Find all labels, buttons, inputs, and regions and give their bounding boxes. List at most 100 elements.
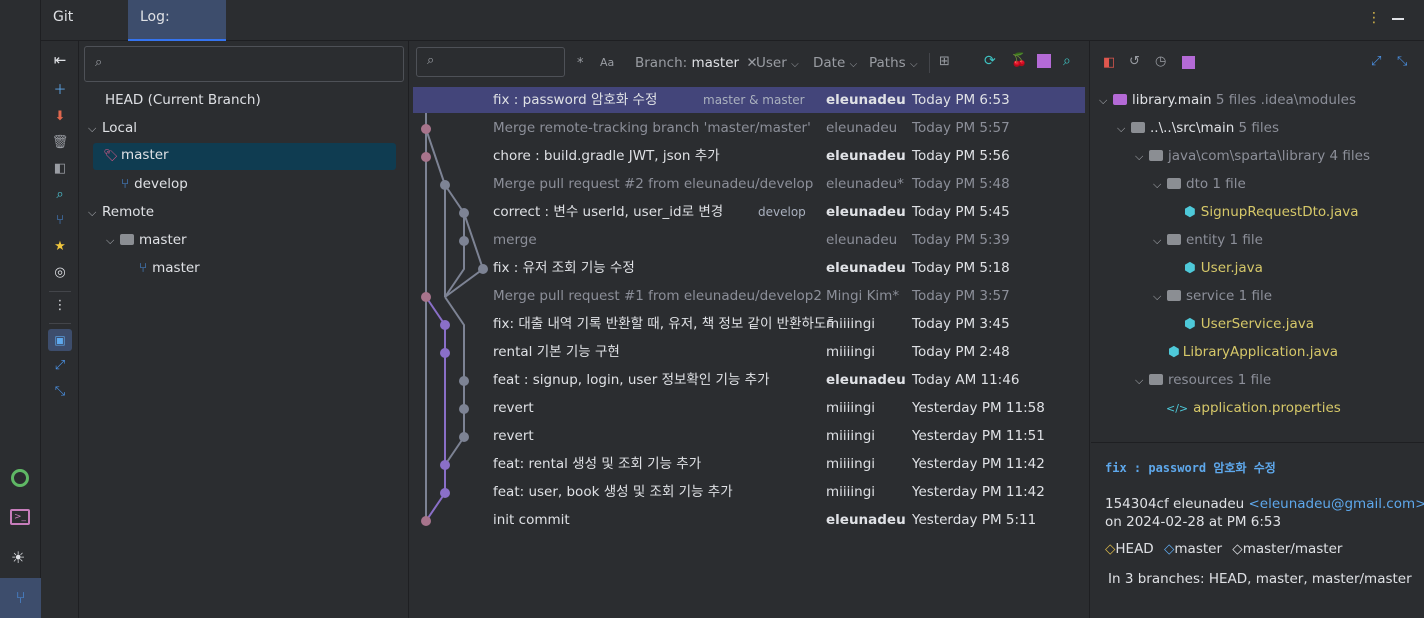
settings-icon[interactable] bbox=[11, 469, 29, 487]
show-details-icon[interactable] bbox=[1037, 54, 1051, 68]
commit-row[interactable]: feat: rental 생성 및 조회 기능 추가 miiiingi Yester… bbox=[413, 451, 1085, 477]
tab-log-master[interactable]: Log: master bbox=[128, 0, 226, 60]
commit-row[interactable]: fix : password 암호화 수정 master & master eleu… bbox=[413, 87, 1085, 113]
commit-row[interactable]: init commit eleunadeu Yesterday PM 5:11 bbox=[413, 507, 1085, 533]
regex-toggle[interactable]: * bbox=[577, 56, 584, 71]
changes-pkg[interactable]: ⌵ java\com\sparta\library 4 files bbox=[1135, 144, 1370, 168]
recent-icon[interactable]: ◷ bbox=[1155, 54, 1166, 69]
changes-dto[interactable]: ⌵ dto 1 file bbox=[1153, 172, 1246, 196]
commit-row[interactable]: revert miiiingi Yesterday PM 11:51 bbox=[413, 423, 1085, 449]
expand-all-icon[interactable]: ⤢ bbox=[1371, 54, 1381, 69]
changes-entity[interactable]: ⌵ entity 1 file bbox=[1153, 228, 1263, 252]
file-user[interactable]: ⬢ User.java bbox=[1184, 256, 1263, 280]
remote-master-group[interactable]: ⌵ master bbox=[106, 228, 187, 252]
favorite-icon[interactable]: ★ bbox=[51, 238, 69, 256]
commit-row[interactable]: revert miiiingi Yesterday PM 11:58 bbox=[413, 395, 1085, 421]
new-tab-icon[interactable]: ⊞ bbox=[939, 54, 950, 69]
commit-row[interactable]: correct : 변수 userId, user_id로 변경 develop e… bbox=[413, 199, 1085, 225]
entity-count: 1 file bbox=[1229, 232, 1263, 248]
changes-root[interactable]: ⌵ library.main 5 files .idea\modules bbox=[1099, 88, 1356, 112]
remote-branch-master[interactable]: ⑂ master bbox=[139, 256, 200, 280]
commit-row[interactable]: Merge pull request #1 from eleunadeu/dev… bbox=[413, 283, 1085, 309]
branch-label: master bbox=[152, 260, 200, 276]
tag-icon: ◇ bbox=[1164, 541, 1175, 557]
commit-row[interactable]: rental 기본 기능 구현 miiiingi Today PM 2:48 bbox=[413, 339, 1085, 365]
group-by-directory-icon[interactable]: ▣ bbox=[48, 329, 72, 351]
src-label: ..\..\src\main bbox=[1150, 120, 1235, 136]
branch-filter[interactable]: Branch: master ✕ bbox=[635, 55, 758, 71]
ref-master[interactable]: master bbox=[1174, 541, 1222, 557]
branch-icon: ⑂ bbox=[139, 260, 148, 276]
local-group[interactable]: ⌵ Local bbox=[88, 116, 137, 140]
commit-row[interactable]: fix : 유저 조회 기능 수정 eleunadeu Today PM 5:18 bbox=[413, 255, 1085, 281]
branch-develop[interactable]: ⑂ develop bbox=[121, 172, 188, 196]
branch-master[interactable]: 🏷 master bbox=[93, 143, 396, 170]
branch-tag: develop bbox=[758, 205, 806, 219]
minimize-icon[interactable] bbox=[1392, 18, 1404, 20]
commit-search-input[interactable]: ⌕ bbox=[416, 47, 565, 77]
tab-git[interactable]: Git bbox=[41, 0, 87, 41]
tag-icon: ◇ bbox=[1232, 541, 1243, 557]
update-icon[interactable]: ⬇ bbox=[51, 108, 69, 126]
commit-author: eleunadeu* bbox=[826, 176, 904, 192]
new-branch-icon[interactable]: ＋ bbox=[51, 82, 69, 100]
commit-row[interactable]: chore : build.gradle JWT, json 추가 eleunad… bbox=[413, 143, 1085, 169]
commit-date: Today PM 6:53 bbox=[912, 92, 1010, 108]
problems-icon[interactable]: ☀ bbox=[11, 548, 25, 567]
compare-icon[interactable]: ◧ bbox=[51, 160, 69, 178]
commit-row[interactable]: fix: 대출 내역 기록 반환할 때, 유저, 책 정보 같이 반환하도록 mi… bbox=[413, 311, 1085, 337]
ref-remote-master[interactable]: master/master bbox=[1243, 541, 1343, 557]
git-tool-button[interactable]: ⑂ bbox=[0, 578, 41, 618]
commit-author: eleunadeu bbox=[826, 204, 906, 220]
changes-resources[interactable]: ⌵ resources 1 file bbox=[1135, 368, 1271, 392]
remote-group-label: master bbox=[139, 232, 187, 248]
match-case-toggle[interactable]: Aa bbox=[600, 56, 614, 69]
group-icon[interactable] bbox=[1182, 56, 1195, 69]
paths-filter[interactable]: Paths ⌵ bbox=[869, 55, 918, 71]
commit-hash: 154304cf bbox=[1105, 496, 1169, 512]
resources-count: 1 file bbox=[1237, 372, 1272, 388]
commit-row[interactable]: feat : signup, login, user 정보확인 기능 추가 ele… bbox=[413, 367, 1085, 393]
chevron-down-icon: ⌵ bbox=[88, 122, 97, 135]
changes-service[interactable]: ⌵ service 1 file bbox=[1153, 284, 1272, 308]
branch-search-input[interactable]: ⌕ bbox=[84, 46, 404, 82]
commit-author: eleunadeu bbox=[826, 232, 898, 248]
cherry-pick-icon[interactable]: 🍒 bbox=[1011, 53, 1027, 68]
collapse-all-icon[interactable]: ⤡ bbox=[51, 383, 69, 401]
head-branch[interactable]: HEAD (Current Branch) bbox=[105, 88, 261, 112]
more-options-icon[interactable]: ⋮ bbox=[1367, 10, 1381, 26]
service-label: service bbox=[1186, 288, 1235, 304]
search-icon[interactable]: ⌕ bbox=[1063, 53, 1071, 69]
terminal-icon[interactable]: >_ bbox=[10, 509, 30, 525]
expand-all-icon[interactable]: ⤢ bbox=[51, 357, 69, 375]
commit-row[interactable]: feat: user, book 생성 및 조회 기능 추가 miiiingi Ye… bbox=[413, 479, 1085, 505]
branch-filter-icon[interactable]: ⑂ bbox=[51, 212, 69, 230]
search-icon[interactable]: ⌕ bbox=[51, 186, 69, 204]
remote-group[interactable]: ⌵ Remote bbox=[88, 200, 154, 224]
paths-filter-label: Paths bbox=[869, 55, 906, 71]
commit-email-link[interactable]: <eleunadeu@gmail.com> bbox=[1249, 496, 1424, 512]
chevron-down-icon: ⌵ bbox=[1117, 122, 1126, 135]
history-icon[interactable]: ↺ bbox=[1129, 54, 1140, 69]
refresh-icon[interactable]: ⟳ bbox=[984, 53, 996, 69]
file-library-application[interactable]: ⬢ LibraryApplication.java bbox=[1168, 340, 1338, 364]
file-application-properties[interactable]: </> application.properties bbox=[1166, 396, 1341, 420]
commit-date: Yesterday PM 11:42 bbox=[912, 456, 1045, 472]
ref-head[interactable]: HEAD bbox=[1115, 541, 1153, 557]
delete-icon[interactable]: 🗑 bbox=[51, 134, 69, 152]
commit-refs: ◇HEAD ◇master ◇master/master bbox=[1105, 541, 1342, 557]
diff-icon[interactable]: ◧ bbox=[1103, 55, 1115, 70]
file-user-service[interactable]: ⬢ UserService.java bbox=[1184, 312, 1314, 336]
date-filter[interactable]: Date ⌵ bbox=[813, 55, 857, 71]
file-signup-dto[interactable]: ⬢ SignupRequestDto.java bbox=[1184, 200, 1359, 224]
collapse-panel-icon[interactable]: ⇤ bbox=[51, 51, 69, 69]
more-icon[interactable]: ⋮ bbox=[51, 297, 69, 315]
user-filter[interactable]: User ⌵ bbox=[756, 55, 799, 71]
commit-message: fix : 유저 조회 기능 수정 bbox=[493, 260, 635, 276]
commit-row[interactable]: merge eleunadeu Today PM 5:39 bbox=[413, 227, 1085, 253]
changes-src[interactable]: ⌵ ..\..\src\main 5 files bbox=[1117, 116, 1279, 140]
target-icon[interactable]: ◎ bbox=[51, 264, 69, 282]
commit-row[interactable]: Merge remote-tracking branch 'master/mas… bbox=[413, 115, 1085, 141]
commit-row[interactable]: Merge pull request #2 from eleunadeu/dev… bbox=[413, 171, 1085, 197]
collapse-all-icon[interactable]: ⤡ bbox=[1397, 54, 1407, 69]
